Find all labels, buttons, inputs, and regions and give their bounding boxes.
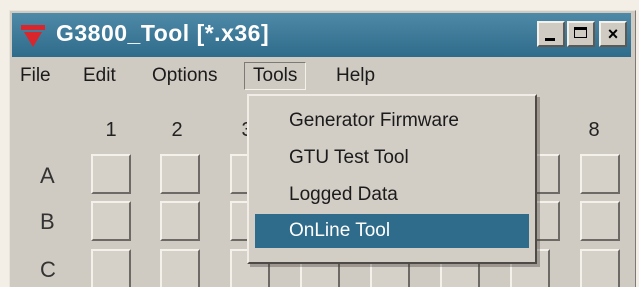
grid-cell-b8[interactable]	[580, 201, 620, 241]
row-header-c: C	[40, 257, 56, 282]
grid-cell-a2[interactable]	[160, 154, 200, 194]
tools-dropdown-menu: Generator Firmware GTU Test Tool Logged …	[247, 94, 537, 264]
menu-file[interactable]: File	[20, 62, 51, 90]
menu-bar: File Edit Options Tools Help	[12, 58, 635, 92]
close-icon: ×	[607, 24, 619, 44]
grid-cell-c1[interactable]	[91, 249, 131, 287]
title-bar[interactable]: G3800_Tool [*.x36] ×	[12, 13, 631, 57]
minimize-icon	[545, 38, 555, 41]
column-header-8: 8	[588, 119, 600, 141]
grid-cell-b2[interactable]	[160, 201, 200, 241]
menu-options[interactable]: Options	[152, 62, 217, 90]
close-button[interactable]: ×	[599, 21, 627, 47]
menu-tools[interactable]: Tools	[244, 62, 307, 90]
grid-cell-a8[interactable]	[580, 154, 620, 194]
grid-cell-c2[interactable]	[160, 249, 200, 287]
maximize-button[interactable]	[567, 21, 595, 47]
row-header-b: B	[40, 209, 55, 234]
menu-edit[interactable]: Edit	[83, 62, 116, 90]
column-header-2: 2	[171, 119, 183, 141]
app-window: G3800_Tool [*.x36] × File Edit Options T…	[9, 10, 636, 287]
minimize-button[interactable]	[537, 21, 565, 47]
row-header-a: A	[40, 163, 55, 188]
menu-item-gtu-test-tool[interactable]: GTU Test Tool	[255, 141, 529, 175]
grid-cell-a1[interactable]	[91, 154, 131, 194]
menu-item-generator-firmware[interactable]: Generator Firmware	[255, 104, 529, 138]
grid-cell-b1[interactable]	[91, 201, 131, 241]
menu-item-logged-data[interactable]: Logged Data	[255, 178, 529, 212]
column-header-1: 1	[105, 119, 117, 141]
maximize-icon	[574, 27, 587, 38]
window-title: G3800_Tool [*.x36]	[56, 20, 270, 46]
menu-item-online-tool[interactable]: OnLine Tool	[255, 214, 529, 248]
red-triangle-logo-icon	[21, 25, 45, 47]
menu-help[interactable]: Help	[336, 62, 375, 90]
grid-cell-c8[interactable]	[580, 249, 620, 287]
